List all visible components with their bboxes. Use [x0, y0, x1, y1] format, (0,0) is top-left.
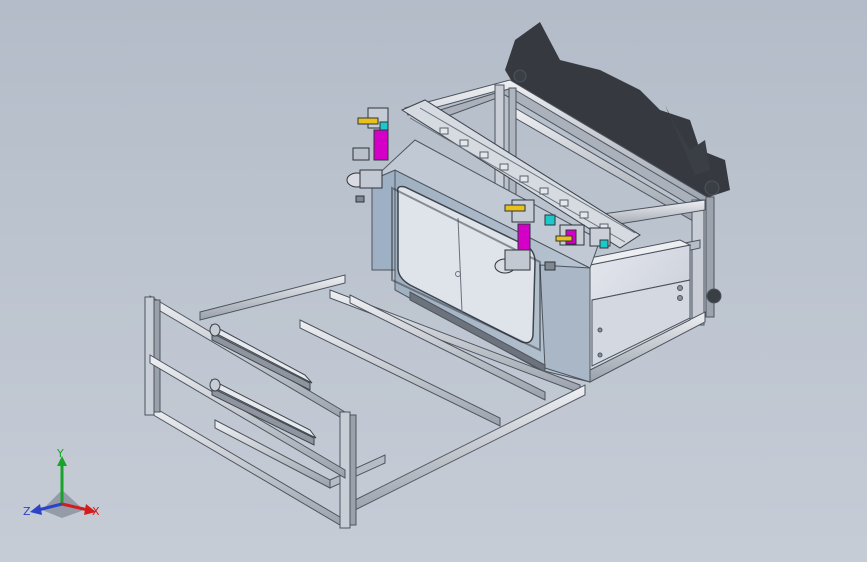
z-axis-label: Z: [23, 505, 31, 518]
y-axis-label: Y: [56, 448, 64, 460]
machine-housing: [371, 139, 601, 383]
graphics-viewport[interactable]: Y X Z: [0, 0, 867, 562]
triad-graphic: Y X Z: [23, 447, 100, 518]
actuator-cluster-left: [346, 107, 389, 203]
x-axis-label: X: [92, 505, 100, 518]
assembly-model[interactable]: [0, 0, 867, 562]
coordinate-triad[interactable]: Y X Z: [22, 447, 106, 528]
